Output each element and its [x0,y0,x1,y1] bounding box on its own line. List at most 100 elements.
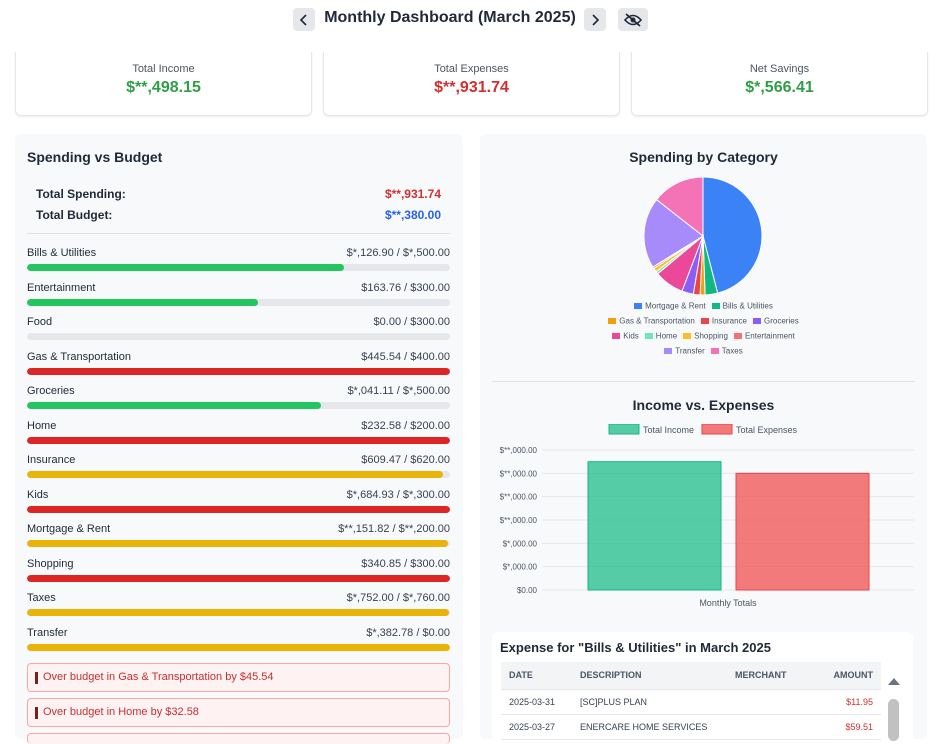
next-month-button[interactable] [584,8,606,31]
savings-label: Net Savings [749,63,810,75]
prev-month-button[interactable] [293,8,315,31]
pie-legend-item[interactable]: Kids [612,331,639,340]
total-spending-label: Total Spending: [36,187,126,201]
y-tick-label: $**,000.00 [500,493,538,502]
y-tick-label: $**,000.00 [500,469,538,478]
pie-legend-item[interactable]: Groceries [753,316,799,325]
cell-amount: $11.95 [846,697,873,707]
budget-amount: $232.58 / $200.00 [361,419,450,432]
budget-amount: $*,382.78 / $0.00 [366,626,450,639]
income-chart-title: Income vs. Expenses [632,397,775,413]
budget-amount: $**,151.82 / $**,200.00 [338,523,450,535]
pie-legend-row: Gas & Transportation Insurance Groceries [480,316,927,325]
legend-swatch [634,302,643,309]
legend-swatch [644,332,653,339]
legend-label: Mortgage & Rent [645,301,706,311]
budget-progress-track [27,298,450,306]
savings-value: $*,566.41 [745,79,814,96]
bar-legend-label[interactable]: Total Expenses [736,425,798,435]
pie-legend-item[interactable]: Bills & Utilities [711,301,773,311]
scrollbar-thumb[interactable] [888,699,899,741]
chevron-left-icon [299,13,307,26]
budget-category-name: Home [27,419,57,432]
col-merchant[interactable]: MERCHANT [735,662,787,689]
table-row[interactable]: 2025-03-27 ENERCARE HOME SERVICES $59.51 [501,715,881,740]
table-row[interactable]: 2025-03-31 [SC]PLUS PLAN $11.95 [501,690,881,715]
x-tick-label: Monthly Totals [699,598,757,608]
pie-legend-row: Kids Home Shopping Entertainment [480,331,927,340]
legend-label: Entertainment [744,331,795,341]
expense-table-card: Expense for "Bills & Utilities" in March… [492,632,913,741]
legend-label: Groceries [764,316,799,326]
budget-progress-fill [27,298,258,306]
bar-legend-swatch [701,424,733,435]
pie-legend-item[interactable]: Shopping [683,331,728,340]
expenses-label: Total Expenses [434,63,509,75]
budget-amount: $445.54 / $400.00 [361,350,450,363]
budget-category-name: Entertainment [27,281,96,294]
budget-amount: $340.85 / $300.00 [361,557,450,570]
legend-swatch [683,332,692,339]
budget-progress-fill [27,643,450,651]
bar-legend-swatch [608,424,640,435]
income-bar[interactable] [587,461,722,591]
cell-description: ENERCARE HOME SERVICES [580,722,708,732]
budget-progress-track [27,505,450,513]
budget-progress-fill [27,367,450,375]
income-card: Total Income $**,498.15 [15,52,312,116]
pie-legend-row: Transfer Taxes [480,346,927,355]
bar-chart: Total Income Total Expenses $0.00 $*,000.00… [500,424,914,608]
alert-text: Over budget in Gas & Transportation by $… [43,671,274,683]
pie-legend-item[interactable]: Gas & Transportation [608,316,695,325]
budget-progress-track [27,264,450,271]
y-tick-label: $0.00 [517,586,538,595]
col-date[interactable]: DATE [509,662,533,689]
pie-legend-item[interactable]: Taxes [710,346,743,355]
legend-label: Bills & Utilities [722,301,773,311]
pie-legend-item[interactable]: Transfer [664,346,705,355]
budget-category-name: Taxes [27,592,56,604]
budget-category-name: Transfer [27,626,68,639]
legend-swatch [710,347,719,354]
pie-legend-item[interactable]: Insurance [700,316,747,325]
pie-legend-item[interactable]: Mortgage & Rent [634,301,706,311]
budget-progress-track [27,436,450,444]
expense-table-title: Expense for "Bills & Utilities" in March… [500,640,771,655]
y-tick-label: $*,000.00 [503,563,538,572]
col-amount[interactable]: AMOUNT [834,662,874,689]
budget-title: Spending vs Budget [27,149,163,165]
budget-progress-track [27,643,450,651]
budget-progress-fill [27,540,449,547]
pie-legend-item[interactable]: Entertainment [733,331,795,341]
budget-amount: $0.00 / $300.00 [373,316,450,328]
scroll-up-arrow-icon[interactable] [887,676,901,686]
budget-amount: $*,041.11 / $*,500.00 [347,385,450,397]
budget-progress-track [27,574,450,582]
budget-progress-fill [27,505,450,513]
spending-vs-budget-panel: Spending vs Budget Total Spending: $**,9… [15,134,463,744]
budget-category-name: Groceries [27,385,75,397]
cell-description: [SC]PLUS PLAN [580,697,648,707]
legend-swatch [733,332,742,339]
expenses-bar[interactable] [735,472,870,591]
pie-chart [643,176,763,296]
budget-category-name: Food [27,316,53,328]
budget-category-name: Shopping [27,557,74,570]
bar-legend-label[interactable]: Total Income [643,425,694,435]
alert-marker [35,707,38,719]
toggle-visibility-button[interactable] [618,8,648,31]
alert-marker [35,672,38,684]
savings-card: Net Savings $*,566.41 [631,52,928,116]
pie-legend-item[interactable]: Home [644,331,677,340]
total-budget-row: Total Budget: $**,380.00 [36,208,441,222]
legend-swatch [608,317,617,324]
budget-progress-track [27,367,450,375]
cell-amount: $59.51 [845,722,873,732]
expenses-card: Total Expenses $**,931.74 [323,52,620,116]
budget-amount: $*,752.00 / $*,760.00 [346,592,450,604]
budget-progress-fill [27,574,450,582]
y-tick-label: $**,000.00 [500,516,538,525]
legend-swatch [753,317,762,324]
col-description[interactable]: DESCRIPTION [580,662,642,689]
total-budget-label: Total Budget: [36,208,113,222]
